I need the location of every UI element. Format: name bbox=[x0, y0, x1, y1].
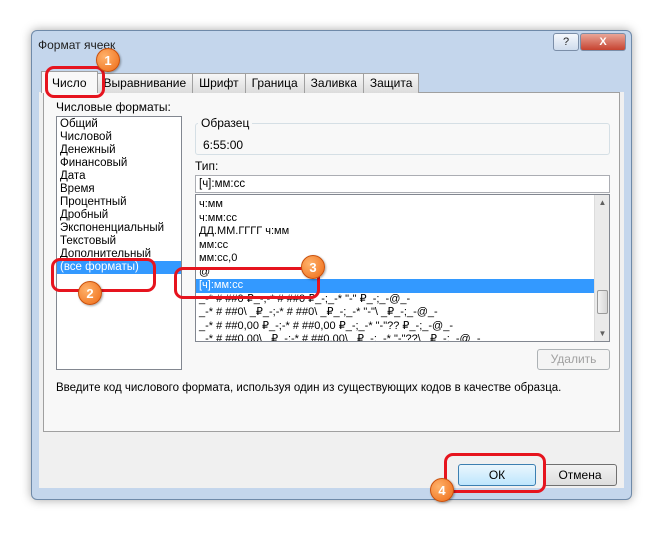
format-item[interactable]: _-* # ##0,00 ₽_-;-* # ##0,00 ₽_-;_-* "-"… bbox=[196, 320, 594, 334]
scroll-thumb[interactable] bbox=[597, 290, 608, 314]
format-item[interactable]: мм:сс,0 bbox=[196, 252, 594, 266]
type-label: Тип: bbox=[195, 159, 219, 173]
format-item[interactable]: ДД.ММ.ГГГГ ч:мм bbox=[196, 225, 594, 239]
category-item[interactable]: Дата bbox=[57, 170, 181, 183]
format-item[interactable]: ч:мм:сс bbox=[196, 212, 594, 226]
category-item[interactable]: Время bbox=[57, 183, 181, 196]
close-button[interactable]: X bbox=[580, 33, 626, 51]
category-item[interactable]: Денежный bbox=[57, 144, 181, 157]
tab-border[interactable]: Граница bbox=[244, 73, 305, 93]
scroll-down-icon[interactable]: ▼ bbox=[595, 326, 609, 341]
scroll-up-icon[interactable]: ▲ bbox=[595, 195, 609, 210]
sample-value: 6:55:00 bbox=[203, 138, 244, 152]
step-badge-4: 4 bbox=[430, 478, 454, 502]
sample-label: Образец bbox=[198, 116, 253, 130]
cancel-button[interactable]: Отмена bbox=[543, 464, 617, 486]
delete-button[interactable]: Удалить bbox=[537, 349, 610, 370]
category-listbox[interactable]: Общий Числовой Денежный Финансовый Дата … bbox=[56, 116, 182, 370]
category-item[interactable]: Дробный bbox=[57, 209, 181, 222]
highlight-all-formats bbox=[51, 258, 156, 292]
step-badge-3: 3 bbox=[301, 255, 325, 279]
highlight-ok-button bbox=[444, 453, 546, 493]
step-badge-1: 1 bbox=[96, 48, 120, 72]
highlight-tab-number bbox=[45, 66, 105, 98]
step-badge-2: 2 bbox=[78, 281, 102, 305]
category-item[interactable]: Экспоненциальный bbox=[57, 222, 181, 235]
category-item[interactable]: Процентный bbox=[57, 196, 181, 209]
categories-label: Числовые форматы: bbox=[56, 100, 171, 114]
tab-alignment[interactable]: Выравнивание bbox=[96, 73, 194, 93]
format-scrollbar[interactable]: ▲ ▼ bbox=[594, 195, 609, 341]
format-item[interactable]: _-* # ##0,00\ _₽_-;-* # ##0,00\ _₽_-;_-*… bbox=[196, 333, 594, 341]
tab-font[interactable]: Шрифт bbox=[192, 73, 246, 93]
type-input[interactable] bbox=[195, 175, 610, 193]
format-item[interactable]: _-* # ##0\ _₽_-;-* # ##0\ _₽_-;_-* "-"\ … bbox=[196, 306, 594, 320]
close-icon: X bbox=[599, 36, 607, 48]
category-item[interactable]: Текстовый bbox=[57, 235, 181, 248]
help-button[interactable]: ? bbox=[553, 33, 579, 51]
tab-protection[interactable]: Защита bbox=[362, 73, 420, 93]
category-item[interactable]: Финансовый bbox=[57, 157, 181, 170]
format-item[interactable]: мм:сс bbox=[196, 239, 594, 253]
highlight-format-item bbox=[174, 267, 320, 299]
format-item[interactable]: ч:мм bbox=[196, 198, 594, 212]
hint-text: Введите код числового формата, используя… bbox=[56, 382, 562, 394]
category-item[interactable]: Общий bbox=[57, 118, 181, 131]
category-item[interactable]: Числовой bbox=[57, 131, 181, 144]
tab-fill[interactable]: Заливка bbox=[303, 73, 364, 93]
sample-group bbox=[195, 123, 610, 155]
